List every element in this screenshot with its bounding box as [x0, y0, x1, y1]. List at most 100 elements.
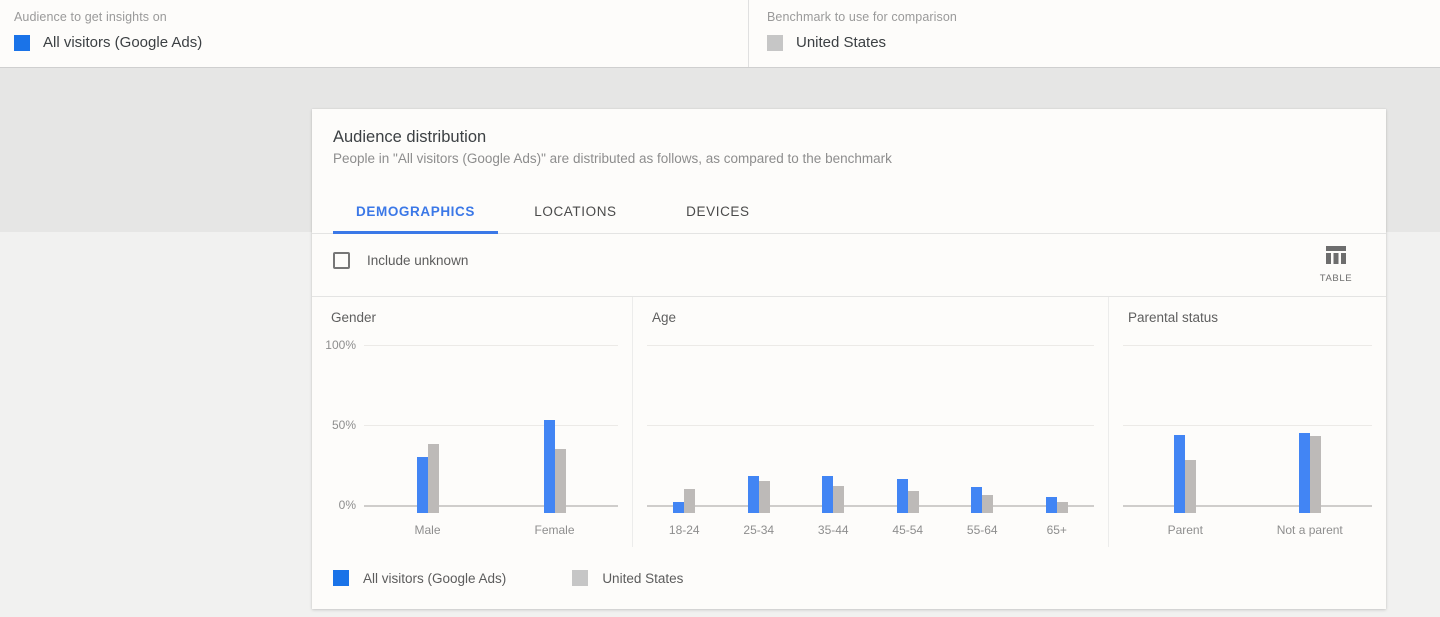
legend-swatch-blue-icon	[333, 570, 349, 586]
bars	[1123, 353, 1248, 513]
gridline	[364, 345, 618, 346]
bar-benchmark[interactable]	[759, 481, 770, 513]
chart-panel-parental-status: Parental status ParentNot a parent	[1108, 297, 1386, 547]
bar-groups: 18-2425-3435-4445-5455-6465+	[647, 353, 1094, 513]
gridline	[647, 345, 1094, 346]
benchmark-selector-value-text: United States	[796, 34, 886, 52]
chart-title-gender: Gender	[312, 309, 632, 327]
audience-selector-value-text: All visitors (Google Ads)	[43, 34, 202, 52]
bars	[1020, 353, 1095, 513]
x-axis-category-label: 45-54	[871, 523, 946, 537]
chart-title-age: Age	[633, 309, 1108, 327]
bar-group[interactable]: Male	[364, 353, 491, 513]
bars	[945, 353, 1020, 513]
bars	[1248, 353, 1373, 513]
bar-group[interactable]: Parent	[1123, 353, 1248, 513]
plot-age: 18-2425-3435-4445-5455-6465+	[633, 345, 1108, 515]
bar-group[interactable]: 65+	[1020, 353, 1095, 513]
table-view-button[interactable]: TABLE	[1308, 245, 1364, 284]
benchmark-selector-value[interactable]: United States	[767, 34, 1440, 52]
bar-group[interactable]: 45-54	[871, 353, 946, 513]
audience-distribution-card: Audience distribution People in "All vis…	[312, 109, 1386, 609]
bars	[796, 353, 871, 513]
bar-primary[interactable]	[748, 476, 759, 513]
bar-benchmark[interactable]	[1310, 436, 1321, 513]
bar-group[interactable]: 35-44	[796, 353, 871, 513]
card-header: Audience distribution People in "All vis…	[312, 109, 1386, 169]
bar-groups: MaleFemale	[364, 353, 618, 513]
bars	[647, 353, 722, 513]
legend-label-primary: All visitors (Google Ads)	[363, 571, 506, 586]
x-axis-category-label: 18-24	[647, 523, 722, 537]
bar-primary[interactable]	[897, 479, 908, 513]
legend-item-primary: All visitors (Google Ads)	[333, 570, 506, 586]
include-unknown-label: Include unknown	[367, 253, 468, 268]
color-swatch-gray-icon	[767, 35, 783, 51]
bar-benchmark[interactable]	[1057, 502, 1068, 513]
bars	[364, 353, 491, 513]
bars	[871, 353, 946, 513]
bar-benchmark[interactable]	[982, 495, 993, 513]
bar-primary[interactable]	[1046, 497, 1057, 513]
bar-group[interactable]: 55-64	[945, 353, 1020, 513]
bar-benchmark[interactable]	[908, 491, 919, 513]
include-unknown-checkbox[interactable]	[333, 252, 350, 269]
charts-row: Gender 0% 50% 100% MaleFemale Age 18-2425-3…	[312, 297, 1386, 547]
x-axis-category-label: Female	[491, 523, 618, 537]
audience-selector[interactable]: Audience to get insights on All visitors…	[0, 0, 748, 67]
chart-title-parental-status: Parental status	[1109, 309, 1386, 327]
bar-benchmark[interactable]	[428, 444, 439, 513]
bar-groups: ParentNot a parent	[1123, 353, 1372, 513]
audience-selector-label: Audience to get insights on	[14, 9, 748, 25]
gridline	[1123, 345, 1372, 346]
bar-benchmark[interactable]	[833, 486, 844, 513]
color-swatch-blue-icon	[14, 35, 30, 51]
bar-primary[interactable]	[822, 476, 833, 513]
bar-group[interactable]: 18-24	[647, 353, 722, 513]
table-icon	[1308, 245, 1364, 270]
bar-group[interactable]: 25-34	[722, 353, 797, 513]
x-axis-category-label: 35-44	[796, 523, 871, 537]
bar-benchmark[interactable]	[684, 489, 695, 513]
bar-primary[interactable]	[1299, 433, 1310, 513]
bar-group[interactable]: Female	[491, 353, 618, 513]
x-axis-category-label: 25-34	[722, 523, 797, 537]
tab-locations[interactable]: LOCATIONS	[502, 189, 648, 234]
y-axis-tick-label: 0%	[312, 499, 356, 511]
audience-selector-bar: Audience to get insights on All visitors…	[0, 0, 1440, 68]
x-axis-category-label: Parent	[1123, 523, 1248, 537]
bar-primary[interactable]	[673, 502, 684, 513]
bar-primary[interactable]	[417, 457, 428, 513]
include-unknown-control[interactable]: Include unknown	[333, 252, 468, 269]
page-title: Audience distribution	[333, 126, 1386, 148]
tab-demographics[interactable]: DEMOGRAPHICS	[333, 189, 498, 234]
table-view-label: TABLE	[1308, 273, 1364, 284]
benchmark-selector[interactable]: Benchmark to use for comparison United S…	[748, 0, 1440, 67]
x-axis-category-label: 65+	[1020, 523, 1095, 537]
chart-control-row: Include unknown TABLE	[312, 234, 1386, 297]
legend-label-benchmark: United States	[602, 571, 683, 586]
bars	[491, 353, 618, 513]
chart-legend: All visitors (Google Ads) United States	[333, 570, 749, 586]
card-subtitle: People in "All visitors (Google Ads)" ar…	[333, 149, 1386, 169]
bar-primary[interactable]	[544, 420, 555, 513]
tab-devices[interactable]: DEVICES	[653, 189, 783, 234]
y-axis-tick-label: 50%	[312, 419, 356, 431]
x-axis-category-label: 55-64	[945, 523, 1020, 537]
benchmark-selector-label: Benchmark to use for comparison	[767, 9, 1440, 25]
y-axis-tick-label: 100%	[312, 339, 356, 351]
audience-selector-value[interactable]: All visitors (Google Ads)	[14, 34, 748, 52]
plot-parental-status: ParentNot a parent	[1109, 345, 1386, 515]
bar-benchmark[interactable]	[555, 449, 566, 513]
legend-item-benchmark: United States	[572, 570, 683, 586]
plot-gender: 0%50%100%MaleFemale	[312, 345, 632, 515]
bar-primary[interactable]	[1174, 435, 1185, 513]
bar-benchmark[interactable]	[1185, 460, 1196, 513]
bars	[722, 353, 797, 513]
tab-strip: DEMOGRAPHICS LOCATIONS DEVICES	[312, 189, 1386, 234]
chart-panel-age: Age 18-2425-3435-4445-5455-6465+	[632, 297, 1108, 547]
bar-primary[interactable]	[971, 487, 982, 513]
bar-group[interactable]: Not a parent	[1248, 353, 1373, 513]
chart-panel-gender: Gender 0% 50% 100% MaleFemale	[312, 297, 632, 547]
legend-swatch-gray-icon	[572, 570, 588, 586]
